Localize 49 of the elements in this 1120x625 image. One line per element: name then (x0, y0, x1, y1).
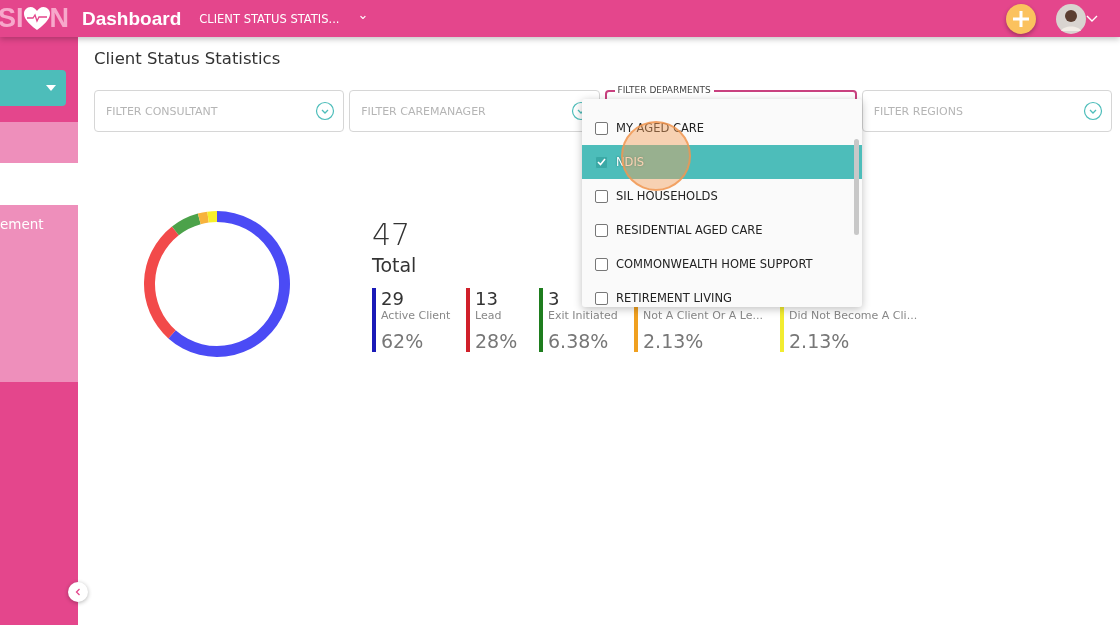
status-label: Active Client (381, 308, 451, 322)
menu-option[interactable]: RESIDENTIAL AGED CARE (582, 213, 862, 247)
status-label: Did Not Become A Cli... (789, 308, 918, 322)
field-label: FILTER DEPARMENTS (614, 85, 714, 95)
checkbox[interactable] (595, 189, 608, 203)
status-count: 29 (381, 287, 404, 309)
chevron-down-icon[interactable] (315, 101, 336, 121)
status-count: 13 (475, 287, 498, 309)
page-title: Client Status Statistics (94, 49, 282, 68)
status-percent: 2.13% (789, 329, 851, 352)
status-percent: 2.13% (643, 329, 705, 352)
menu-option[interactable]: RETIREMENT LIVING (582, 281, 862, 307)
collapse-button[interactable] (68, 582, 88, 602)
status-label: Lead (475, 308, 502, 322)
chevron-down-icon[interactable] (1083, 101, 1103, 121)
add-button[interactable] (1006, 3, 1036, 34)
scrollbar[interactable] (854, 139, 859, 235)
checkbox[interactable] (595, 155, 608, 169)
checkbox[interactable] (595, 121, 608, 135)
sidebar-item[interactable]: ement (0, 205, 78, 382)
status-count: 3 (548, 287, 560, 309)
menu-option[interactable]: COMMONWEALTH HOME SUPPORT (582, 247, 862, 281)
option-label: SIL HOUSEHOLDS (616, 189, 718, 203)
menu-option[interactable]: SIL HOUSEHOLDS (582, 179, 862, 213)
chevron-left-icon (75, 588, 81, 596)
checkbox[interactable] (595, 257, 608, 271)
filter-field[interactable]: FILTER CONSULTANT (94, 90, 345, 132)
status-label: Exit Initiated (548, 308, 618, 322)
heart-icon (23, 6, 50, 31)
breadcrumb[interactable]: CLIENT STATUS STATIS... (199, 11, 340, 26)
status-label: Not A Client Or A Le... (643, 308, 764, 322)
checkbox[interactable] (595, 291, 608, 305)
caret-icon[interactable]: ⌄ (357, 7, 369, 22)
plus-icon (1011, 8, 1031, 29)
status-percent: 62% (381, 329, 425, 352)
total-count: 47 (372, 216, 411, 252)
option-label: RESIDENTIAL AGED CARE (616, 223, 763, 237)
status-percent: 6.38% (548, 329, 610, 352)
option-label: MY AGED CARE (616, 121, 705, 135)
checkbox[interactable] (595, 223, 608, 237)
option-label: RETIREMENT LIVING (616, 291, 732, 305)
logo-text: N (49, 5, 69, 32)
app-title: Dashboard (82, 7, 182, 30)
option-label: COMMONWEALTH HOME SUPPORT (616, 257, 813, 271)
caret-icon (46, 85, 56, 91)
filter-field[interactable]: FILTER REGIONS (861, 90, 1112, 132)
status-percent: 28% (475, 329, 519, 352)
total-label: Total (372, 253, 417, 276)
avatar[interactable] (1056, 3, 1086, 34)
